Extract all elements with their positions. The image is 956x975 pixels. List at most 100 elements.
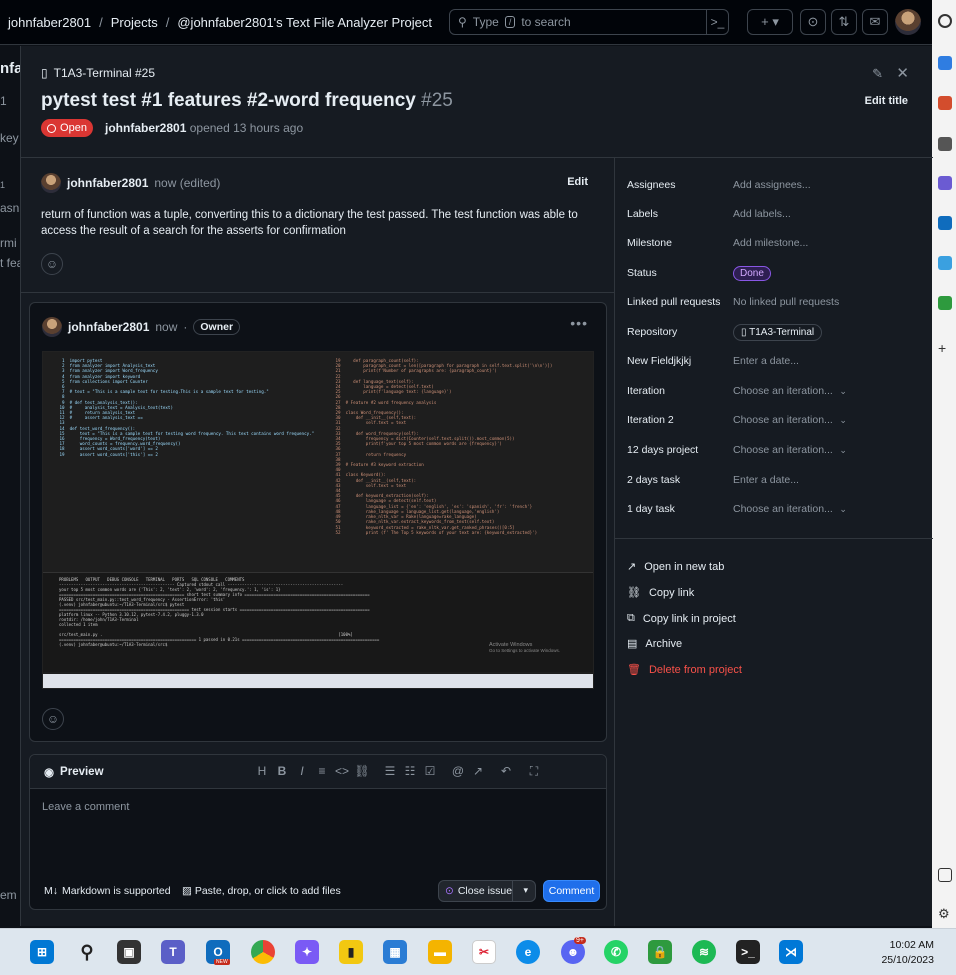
terminal-icon[interactable]: >_ [736,940,760,964]
field-value[interactable]: Choose an iteration... [733,444,847,456]
field-new-fieldjkjkj[interactable]: New Fieldjkjkj Enter a date... [627,351,927,371]
close-icon[interactable]: ✕ [896,64,909,82]
pull-requests-button[interactable]: ⇅ [831,9,857,35]
m365-icon[interactable] [938,176,952,190]
comment-button[interactable]: Comment [543,880,600,902]
comment-textarea[interactable]: Leave a comment [42,801,129,813]
field-1-day-task[interactable]: 1 day task Choose an iteration... [627,499,927,519]
chevron-down-icon[interactable]: ▾ [523,885,528,896]
copy-link-in-project[interactable]: ⧉ Copy link in project [627,612,736,625]
bold-icon[interactable]: B [272,764,292,779]
field-value[interactable]: Add milestone... [733,237,808,249]
add-icon[interactable]: + [938,340,952,356]
edit-title-button[interactable]: Edit title [865,95,908,107]
search-icon[interactable] [938,14,952,28]
author-link[interactable]: johnfaber2801 [105,121,186,135]
markdown-hint[interactable]: M↓ Markdown is supported [44,885,171,897]
spotify-icon[interactable]: ≋ [692,940,716,964]
power-bi-icon[interactable]: ▮ [339,940,363,964]
open-in-new-tab[interactable]: ↗ Open in new tab [627,560,724,574]
field-value[interactable]: Choose an iteration... [733,385,847,397]
field-2-days-task[interactable]: 2 days task Enter a date... [627,470,927,490]
vscode-icon[interactable]: ⋊ [779,940,803,964]
field-value[interactable]: Add assignees... [733,179,811,191]
delete-from-project[interactable]: 🗑 Delete from project [627,663,742,677]
tab-preview[interactable]: ◉ Preview [44,765,104,779]
chrome-icon[interactable] [251,940,275,964]
system-clock[interactable]: 10:02 AM 25/10/2023 [881,938,934,968]
whatsapp-icon[interactable]: ✆ [604,940,628,964]
field-milestone[interactable]: Milestone Add milestone... [627,233,927,253]
comment-author[interactable]: johnfaber2801 [68,320,149,334]
copy-link[interactable]: ⛓ Copy link [627,586,694,600]
inbox-button[interactable]: ✉ [862,9,888,35]
issues-button[interactable]: ⊙ [800,9,826,35]
search-icon[interactable]: ⚲ [75,940,99,964]
field-iteration-2[interactable]: Iteration 2 Choose an iteration... [627,410,927,430]
copilot-icon[interactable]: ✦ [295,940,319,964]
field-value[interactable]: Add labels... [733,208,791,220]
edit-comment-button[interactable]: Edit [567,176,588,188]
task-view-icon[interactable]: ▣ [117,940,141,964]
edge-icon[interactable]: e [516,940,540,964]
mention-icon[interactable]: @ [448,764,468,779]
heading-icon[interactable]: H [252,764,272,779]
windows-start-icon[interactable]: ⊞ [30,940,54,964]
search-input[interactable]: ⚲ Type / to search >_ [449,9,729,35]
add-reaction-button[interactable]: ☺ [42,708,64,730]
send-icon[interactable] [938,256,952,270]
reference-icon[interactable]: ↗ [468,764,488,779]
field-iteration[interactable]: Iteration Choose an iteration... [627,381,927,401]
teams-icon[interactable]: T [161,940,185,964]
store-icon[interactable]: ▦ [383,940,407,964]
fullscreen-icon[interactable]: ⛶ [524,764,544,779]
field-value[interactable]: Choose an iteration... [733,414,847,426]
attach-files[interactable]: ▨ Paste, drop, or click to add files [182,885,341,897]
games-icon[interactable] [938,296,952,310]
field-status[interactable]: Status Done [627,263,927,283]
snipping-tool-icon[interactable]: ✂ [472,940,496,964]
task-list-icon[interactable]: ☑ [420,764,440,779]
field-12-days-project[interactable]: 12 days project Choose an iteration... [627,440,927,460]
file-explorer-icon[interactable]: ▬ [428,940,452,964]
field-repository[interactable]: Repository ▯ T1A3-Terminal [627,322,927,342]
field-value[interactable]: Enter a date... [733,355,799,367]
create-new-button[interactable]: + ▾ [747,9,793,35]
breadcrumb-project-name[interactable]: @johnfaber2801's Text File Analyzer Proj… [177,15,432,30]
repo-reference[interactable]: ▯ T1A3-Terminal #25 [41,66,155,80]
command-palette-icon[interactable]: >_ [706,10,728,34]
quote-icon[interactable]: ≡ [312,764,332,779]
italic-icon[interactable]: I [292,764,312,779]
lock-app-icon[interactable]: 🔒 [648,940,672,964]
breadcrumb-projects[interactable]: Projects [111,15,158,30]
close-issue-button[interactable]: ⊙ Close issue ▾ [438,880,536,902]
numbered-list-icon[interactable]: ☷ [400,764,420,779]
breadcrumb-user[interactable]: johnfaber2801 [8,15,91,30]
tools-icon[interactable] [938,96,952,110]
field-value[interactable]: Enter a date... [733,474,799,486]
more-options-icon[interactable]: ••• [570,315,588,331]
people-icon[interactable] [938,137,952,151]
field-assignees[interactable]: Assignees Add assignees... [627,175,927,195]
comment-author[interactable]: johnfaber2801 [67,176,148,190]
attached-screenshot[interactable]: 1 import pytest 2 from analyzer import A… [42,351,594,689]
user-avatar[interactable] [895,9,921,35]
status-done-badge[interactable]: Done [733,265,771,281]
link-icon[interactable]: ⛓ [352,764,372,779]
archive[interactable]: ▤ Archive [627,637,682,651]
code-icon[interactable]: <> [332,764,352,779]
outlook-icon[interactable] [938,216,952,230]
comment-time[interactable]: now (edited) [154,176,220,190]
field-labels[interactable]: Labels Add labels... [627,204,927,224]
split-screen-icon[interactable] [938,868,952,882]
bullet-list-icon[interactable]: ☰ [380,764,400,779]
settings-gear-icon[interactable]: ⚙ [938,906,952,921]
avatar[interactable] [42,317,62,337]
comment-time[interactable]: now [155,320,177,334]
field-value[interactable]: Choose an iteration... [733,503,847,515]
repository-chip[interactable]: ▯ T1A3-Terminal [733,323,823,341]
add-reaction-button[interactable]: ☺ [41,253,63,275]
copilot-icon[interactable] [938,56,952,70]
avatar[interactable] [41,173,61,193]
pin-icon[interactable]: ✎ [872,66,883,82]
